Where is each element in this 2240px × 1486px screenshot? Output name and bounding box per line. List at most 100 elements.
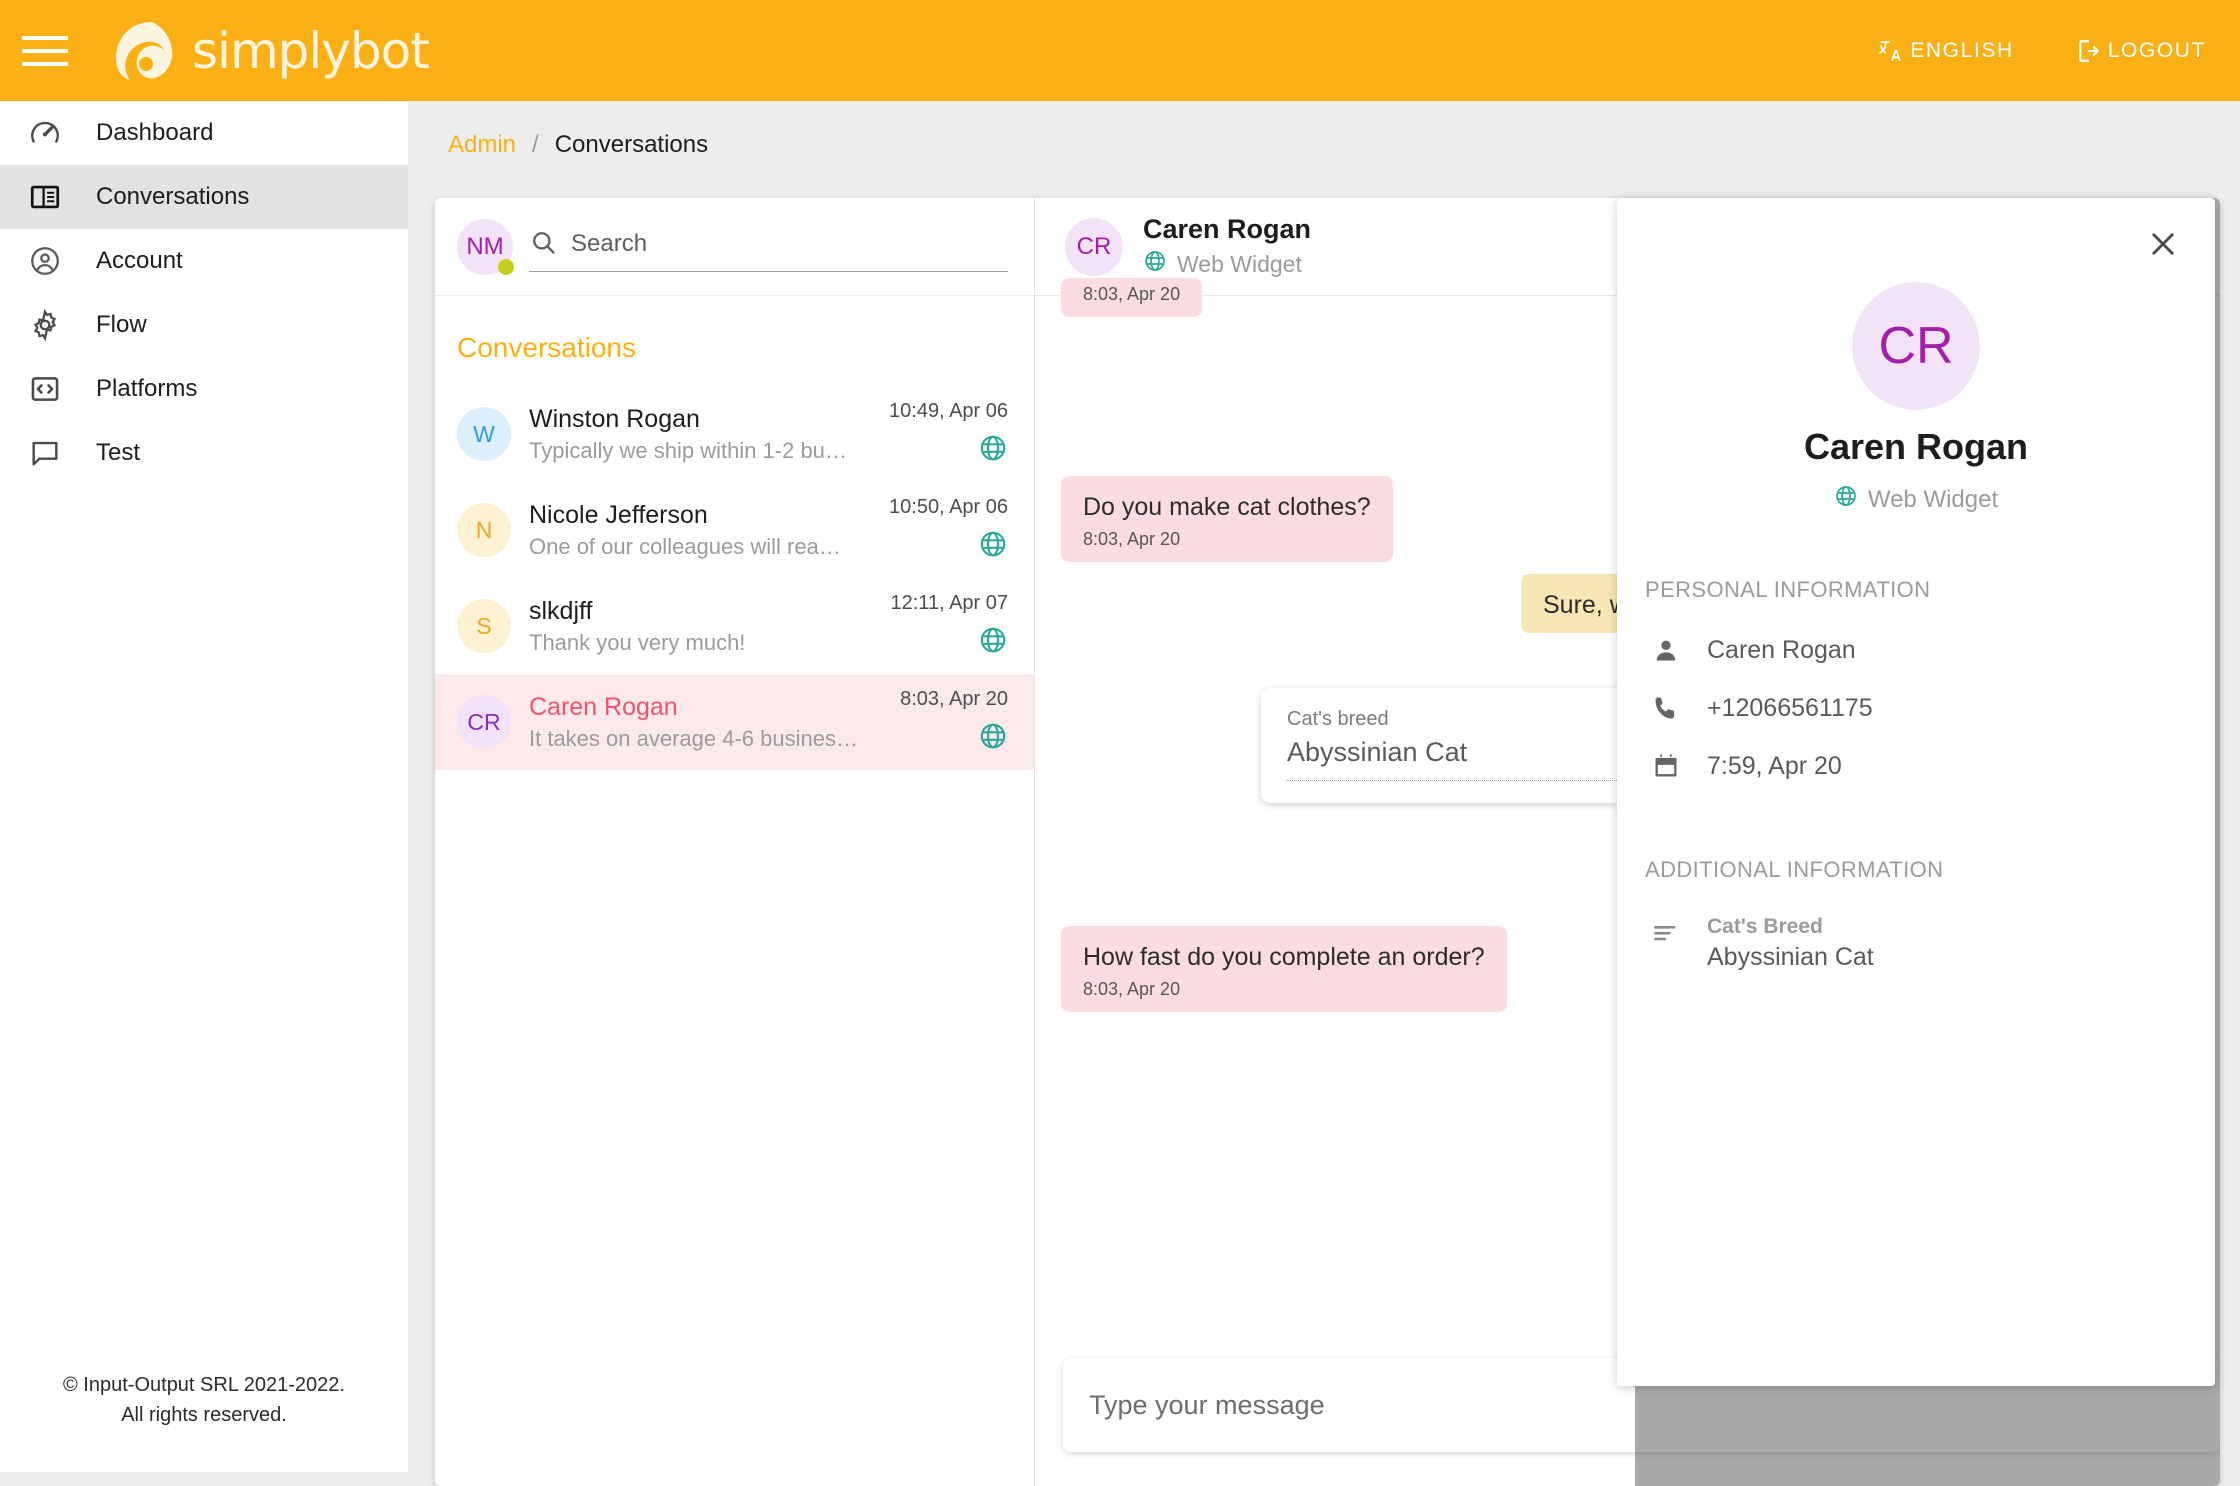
globe-icon	[1143, 249, 1167, 279]
list-item-body: slkdjff Thank you very much!	[529, 597, 873, 656]
avatar: CR	[1065, 217, 1123, 276]
platform-name: Web Widget	[1867, 485, 1999, 513]
language-label: ENGLISH	[1910, 38, 2014, 62]
chat-header-text: Caren Rogan Web Widget	[1143, 214, 1311, 279]
avatar: W	[457, 407, 511, 461]
additional-field: Cat's Breed Abyssinian Cat	[1707, 915, 1874, 972]
message-time: 8:03, Apr 20	[1083, 979, 1181, 1000]
avatar-initials: CR	[1076, 232, 1112, 260]
gear-icon	[22, 302, 68, 348]
list-item[interactable]: N Nicole Jefferson One of our colleagues…	[435, 482, 1034, 578]
contact-name: Caren Rogan	[1143, 214, 1312, 244]
top-bar-actions: ENGLISH LOGOUT	[1878, 38, 2206, 64]
person-icon	[1649, 633, 1683, 667]
contact-name: Nicole Jefferson	[529, 500, 708, 529]
sidebar-item-label: Platforms	[96, 375, 198, 402]
sidebar: Dashboard Conversations Account Flow Pla…	[0, 101, 408, 1472]
timestamp: 10:50, Apr 06	[889, 496, 1008, 518]
avatar-initials: N	[475, 516, 493, 543]
globe-icon	[1834, 484, 1858, 515]
current-user-initials: NM	[466, 232, 504, 260]
sidebar-item-label: Flow	[96, 311, 147, 338]
sidebar-item-account[interactable]: Account	[0, 229, 408, 293]
copyright-line-2: All rights reserved.	[121, 1404, 287, 1426]
message-preview: Thank you very much!	[529, 629, 746, 655]
search-input[interactable]	[571, 230, 1008, 258]
globe-icon	[978, 529, 1008, 564]
calendar-icon	[1649, 749, 1683, 783]
message-bubble: 8:03, Apr 20	[1061, 278, 1203, 317]
brand-logo[interactable]: simplybot	[108, 18, 430, 84]
avatar-initials: W	[473, 420, 495, 447]
breadcrumb-admin[interactable]: Admin	[448, 131, 516, 159]
list-item-body: Nicole Jefferson One of our colleagues w…	[529, 501, 871, 560]
message-preview: It takes on average 4-6 busines…	[529, 725, 858, 751]
subject-lines-icon	[1649, 915, 1683, 949]
close-icon[interactable]	[2141, 222, 2185, 266]
list-item[interactable]: W Winston Rogan Typically we ship within…	[435, 386, 1034, 482]
search-field[interactable]	[529, 228, 1008, 272]
sidebar-item-label: Dashboard	[96, 119, 214, 146]
code-brackets-icon	[22, 366, 68, 412]
sidebar-item-label: Account	[96, 247, 183, 274]
field-value: Abyssinian Cat	[1707, 943, 1874, 971]
avatar: N	[457, 503, 511, 557]
message-time: 8:03, Apr 20	[1083, 284, 1181, 304]
breadcrumb-current: Conversations	[554, 131, 709, 158]
speedometer-icon	[22, 110, 68, 156]
translate-icon	[1878, 38, 1904, 64]
sidebar-item-platforms[interactable]: Platforms	[0, 357, 408, 421]
contact-hero: CR Caren Rogan Web Widget	[1617, 198, 2215, 515]
timestamp: 10:49, Apr 06	[889, 400, 1008, 422]
timestamp: 8:03, Apr 20	[900, 688, 1008, 710]
list-item-body: Winston Rogan Typically we ship within 1…	[529, 405, 871, 464]
logout-button[interactable]: LOGOUT	[2076, 38, 2206, 64]
personal-information-title: PERSONAL INFORMATION	[1645, 577, 1931, 602]
avatar-initials: CR	[1878, 317, 1954, 375]
list-item-meta: 10:49, Apr 06	[889, 400, 1008, 468]
message-preview: Typically we ship within 1-2 bu…	[529, 437, 847, 463]
conversation-list-panel: NM Conversations W	[435, 198, 1035, 1486]
breadcrumb-separator: /	[532, 131, 539, 158]
list-item[interactable]: S slkdjff Thank you very much! 12:11, Ap…	[435, 578, 1034, 674]
message-text: Do you make cat clothes?	[1083, 493, 1371, 521]
additional-information-title: ADDITIONAL INFORMATION	[1645, 857, 1944, 882]
message-bubble: Do you make cat clothes? 8:03, Apr 20	[1061, 476, 1393, 563]
platform-row: Web Widget	[1617, 484, 2215, 515]
globe-icon	[978, 721, 1008, 756]
sidebar-item-test[interactable]: Test	[0, 421, 408, 485]
avatar: CR	[1852, 282, 1980, 410]
message-preview: One of our colleagues will rea…	[529, 533, 841, 559]
contact-name: Caren Rogan	[1803, 426, 2029, 467]
contact-name: slkdjff	[529, 596, 593, 625]
search-icon	[529, 228, 557, 261]
globe-icon	[978, 433, 1008, 468]
hamburger-icon[interactable]	[22, 33, 68, 69]
conversations-heading: Conversations	[457, 332, 636, 363]
info-row-name: Caren Rogan	[1617, 621, 2215, 679]
list-item[interactable]: CR Caren Rogan It takes on average 4-6 b…	[435, 674, 1034, 770]
sidebar-item-dashboard[interactable]: Dashboard	[0, 101, 408, 165]
logout-label: LOGOUT	[2107, 38, 2206, 62]
info-row-phone: +12066561175	[1617, 679, 2215, 737]
copyright-line-1: © Input-Output SRL 2021-2022.	[63, 1374, 345, 1396]
online-status-dot	[498, 258, 514, 275]
timestamp: 12:11, Apr 07	[890, 592, 1009, 614]
avatar: CR	[457, 695, 511, 749]
list-item-meta: 8:03, Apr 20	[900, 688, 1008, 756]
list-item-meta: 10:50, Apr 06	[889, 496, 1008, 564]
list-item-body: Caren Rogan It takes on average 4-6 busi…	[529, 693, 882, 752]
language-button[interactable]: ENGLISH	[1878, 38, 2013, 64]
message-text: How fast do you complete an order?	[1083, 943, 1485, 971]
chat-bubble-icon	[22, 430, 68, 476]
account-circle-icon	[22, 238, 68, 284]
info-value: +12066561175	[1707, 693, 1873, 722]
phone-icon	[1649, 691, 1683, 725]
current-user-avatar[interactable]: NM	[457, 218, 514, 275]
sidebar-item-label: Conversations	[96, 183, 250, 210]
sidebar-item-flow[interactable]: Flow	[0, 293, 408, 357]
list-item-meta: 12:11, Apr 07	[890, 592, 1009, 660]
message-bubble: How fast do you complete an order? 8:03,…	[1061, 926, 1507, 1013]
sidebar-item-conversations[interactable]: Conversations	[0, 165, 408, 229]
simplybot-mark-icon	[116, 21, 173, 80]
